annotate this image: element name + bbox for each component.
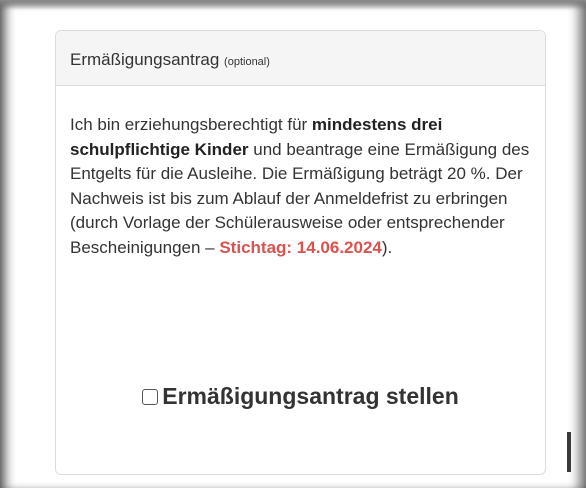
discount-application-panel: Ermäßigungsantrag (optional) Ich bin erz… xyxy=(55,30,546,475)
description-intro: Ich bin erziehungsberechtigt für xyxy=(70,115,312,134)
apply-discount-label[interactable]: Ermäßigungsantrag stellen xyxy=(162,383,459,409)
panel-title: Ermäßigungsantrag xyxy=(70,50,220,69)
edge-mark xyxy=(567,432,571,472)
description-end: ). xyxy=(381,237,393,257)
panel-heading: Ermäßigungsantrag (optional) xyxy=(56,31,545,86)
discount-description: Ich bin erziehungsberechtigt für mindest… xyxy=(70,113,531,260)
apply-discount-checkbox[interactable] xyxy=(142,389,159,405)
deadline-highlight: Stichtag: 14.06.2024 xyxy=(219,237,382,257)
apply-discount-checkbox-row[interactable]: Ermäßigungsantrag stellen xyxy=(56,383,545,410)
panel-body: Ich bin erziehungsberechtigt für mindest… xyxy=(56,86,545,260)
panel-title-note: (optional) xyxy=(224,56,270,68)
frame-top-edge xyxy=(0,0,586,10)
